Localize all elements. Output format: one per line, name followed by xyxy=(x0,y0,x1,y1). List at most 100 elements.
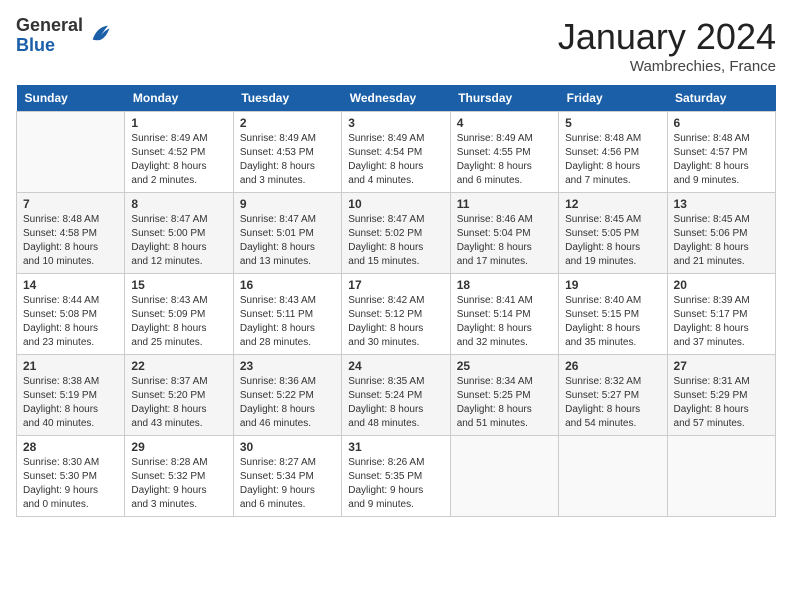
day-number: 11 xyxy=(457,197,552,211)
calendar-cell: 12 Sunrise: 8:45 AM Sunset: 5:05 PM Dayli… xyxy=(559,193,667,274)
day-info: Sunrise: 8:43 AM Sunset: 5:09 PM Dayligh… xyxy=(131,294,226,350)
calendar-cell: 3 Sunrise: 8:49 AM Sunset: 4:54 PM Daylig… xyxy=(342,112,450,193)
day-number: 16 xyxy=(240,278,335,292)
day-number: 18 xyxy=(457,278,552,292)
day-number: 15 xyxy=(131,278,226,292)
day-info: Sunrise: 8:48 AM Sunset: 4:58 PM Dayligh… xyxy=(23,213,118,269)
day-number: 26 xyxy=(565,359,660,373)
day-number: 17 xyxy=(348,278,443,292)
calendar-cell: 20 Sunrise: 8:39 AM Sunset: 5:17 PM Dayli… xyxy=(667,274,775,355)
day-number: 21 xyxy=(23,359,118,373)
day-number: 28 xyxy=(23,440,118,454)
calendar-cell: 11 Sunrise: 8:46 AM Sunset: 5:04 PM Dayli… xyxy=(450,193,558,274)
calendar-cell: 13 Sunrise: 8:45 AM Sunset: 5:06 PM Dayli… xyxy=(667,193,775,274)
day-info: Sunrise: 8:31 AM Sunset: 5:29 PM Dayligh… xyxy=(674,375,769,431)
calendar-week-3: 14 Sunrise: 8:44 AM Sunset: 5:08 PM Dayli… xyxy=(17,274,776,355)
calendar-cell: 8Sunrise: 8:47 AM Sunset: 5:00 PM Daylig… xyxy=(125,193,233,274)
calendar-cell: 31 Sunrise: 8:26 AM Sunset: 5:35 PM Dayli… xyxy=(342,436,450,517)
title-block: January 2024 Wambrechies, France xyxy=(558,16,776,75)
day-info: Sunrise: 8:26 AM Sunset: 5:35 PM Dayligh… xyxy=(348,456,443,512)
day-info: Sunrise: 8:44 AM Sunset: 5:08 PM Dayligh… xyxy=(23,294,118,350)
calendar-cell: 10Sunrise: 8:47 AM Sunset: 5:02 PM Dayli… xyxy=(342,193,450,274)
day-info: Sunrise: 8:47 AM Sunset: 5:00 PM Dayligh… xyxy=(131,213,226,269)
weekday-header-friday: Friday xyxy=(559,85,667,112)
calendar-cell: 24Sunrise: 8:35 AM Sunset: 5:24 PM Dayli… xyxy=(342,355,450,436)
weekday-header-saturday: Saturday xyxy=(667,85,775,112)
calendar-cell: 18 Sunrise: 8:41 AM Sunset: 5:14 PM Dayli… xyxy=(450,274,558,355)
day-info: Sunrise: 8:46 AM Sunset: 5:04 PM Dayligh… xyxy=(457,213,552,269)
weekday-header-wednesday: Wednesday xyxy=(342,85,450,112)
day-info: Sunrise: 8:45 AM Sunset: 5:05 PM Dayligh… xyxy=(565,213,660,269)
day-number: 13 xyxy=(674,197,769,211)
day-number: 3 xyxy=(348,116,443,130)
day-info: Sunrise: 8:40 AM Sunset: 5:15 PM Dayligh… xyxy=(565,294,660,350)
day-number: 5 xyxy=(565,116,660,130)
day-info: Sunrise: 8:38 AM Sunset: 5:19 PM Dayligh… xyxy=(23,375,118,431)
weekday-header-sunday: Sunday xyxy=(17,85,125,112)
day-number: 2 xyxy=(240,116,335,130)
calendar-cell: 25Sunrise: 8:34 AM Sunset: 5:25 PM Dayli… xyxy=(450,355,558,436)
day-info: Sunrise: 8:49 AM Sunset: 4:54 PM Dayligh… xyxy=(348,132,443,188)
calendar-body: 1 Sunrise: 8:49 AM Sunset: 4:52 PM Daylig… xyxy=(17,112,776,517)
calendar-cell: 14 Sunrise: 8:44 AM Sunset: 5:08 PM Dayli… xyxy=(17,274,125,355)
calendar-cell: 1 Sunrise: 8:49 AM Sunset: 4:52 PM Daylig… xyxy=(125,112,233,193)
calendar-cell: 2 Sunrise: 8:49 AM Sunset: 4:53 PM Daylig… xyxy=(233,112,341,193)
day-number: 4 xyxy=(457,116,552,130)
location: Wambrechies, France xyxy=(558,58,776,75)
weekday-header-tuesday: Tuesday xyxy=(233,85,341,112)
day-number: 29 xyxy=(131,440,226,454)
day-number: 1 xyxy=(131,116,226,130)
calendar-cell xyxy=(450,436,558,517)
weekday-header-monday: Monday xyxy=(125,85,233,112)
day-info: Sunrise: 8:42 AM Sunset: 5:12 PM Dayligh… xyxy=(348,294,443,350)
calendar-cell: 17 Sunrise: 8:42 AM Sunset: 5:12 PM Dayli… xyxy=(342,274,450,355)
day-info: Sunrise: 8:49 AM Sunset: 4:53 PM Dayligh… xyxy=(240,132,335,188)
calendar-cell: 15 Sunrise: 8:43 AM Sunset: 5:09 PM Dayli… xyxy=(125,274,233,355)
day-number: 25 xyxy=(457,359,552,373)
day-info: Sunrise: 8:37 AM Sunset: 5:20 PM Dayligh… xyxy=(131,375,226,431)
day-info: Sunrise: 8:43 AM Sunset: 5:11 PM Dayligh… xyxy=(240,294,335,350)
calendar-week-4: 21 Sunrise: 8:38 AM Sunset: 5:19 PM Dayli… xyxy=(17,355,776,436)
day-info: Sunrise: 8:41 AM Sunset: 5:14 PM Dayligh… xyxy=(457,294,552,350)
day-number: 23 xyxy=(240,359,335,373)
calendar-cell xyxy=(667,436,775,517)
month-title: January 2024 xyxy=(558,16,776,58)
day-number: 31 xyxy=(348,440,443,454)
calendar-cell: 30Sunrise: 8:27 AM Sunset: 5:34 PM Dayli… xyxy=(233,436,341,517)
calendar-cell: 5Sunrise: 8:48 AM Sunset: 4:56 PM Daylig… xyxy=(559,112,667,193)
day-number: 27 xyxy=(674,359,769,373)
calendar-cell: 7 Sunrise: 8:48 AM Sunset: 4:58 PM Daylig… xyxy=(17,193,125,274)
calendar-cell: 4Sunrise: 8:49 AM Sunset: 4:55 PM Daylig… xyxy=(450,112,558,193)
logo-blue: Blue xyxy=(16,36,83,56)
day-number: 12 xyxy=(565,197,660,211)
weekday-header-row: SundayMondayTuesdayWednesdayThursdayFrid… xyxy=(17,85,776,112)
calendar-cell: 27 Sunrise: 8:31 AM Sunset: 5:29 PM Dayli… xyxy=(667,355,775,436)
calendar-cell: 29Sunrise: 8:28 AM Sunset: 5:32 PM Dayli… xyxy=(125,436,233,517)
day-number: 30 xyxy=(240,440,335,454)
calendar-cell: 16 Sunrise: 8:43 AM Sunset: 5:11 PM Dayli… xyxy=(233,274,341,355)
day-number: 6 xyxy=(674,116,769,130)
day-number: 7 xyxy=(23,197,118,211)
day-number: 14 xyxy=(23,278,118,292)
calendar-cell: 22Sunrise: 8:37 AM Sunset: 5:20 PM Dayli… xyxy=(125,355,233,436)
calendar-cell: 6Sunrise: 8:48 AM Sunset: 4:57 PM Daylig… xyxy=(667,112,775,193)
day-info: Sunrise: 8:36 AM Sunset: 5:22 PM Dayligh… xyxy=(240,375,335,431)
day-number: 10 xyxy=(348,197,443,211)
day-number: 24 xyxy=(348,359,443,373)
day-info: Sunrise: 8:45 AM Sunset: 5:06 PM Dayligh… xyxy=(674,213,769,269)
logo-bird-icon xyxy=(87,20,115,48)
calendar-week-2: 7 Sunrise: 8:48 AM Sunset: 4:58 PM Daylig… xyxy=(17,193,776,274)
calendar-week-1: 1 Sunrise: 8:49 AM Sunset: 4:52 PM Daylig… xyxy=(17,112,776,193)
calendar-week-5: 28Sunrise: 8:30 AM Sunset: 5:30 PM Dayli… xyxy=(17,436,776,517)
day-info: Sunrise: 8:49 AM Sunset: 4:52 PM Dayligh… xyxy=(131,132,226,188)
weekday-header-thursday: Thursday xyxy=(450,85,558,112)
calendar-table: SundayMondayTuesdayWednesdayThursdayFrid… xyxy=(16,85,776,517)
calendar-header: SundayMondayTuesdayWednesdayThursdayFrid… xyxy=(17,85,776,112)
page-header: General Blue January 2024 Wambrechies, F… xyxy=(16,16,776,75)
day-number: 9 xyxy=(240,197,335,211)
logo-general: General xyxy=(16,16,83,36)
day-info: Sunrise: 8:39 AM Sunset: 5:17 PM Dayligh… xyxy=(674,294,769,350)
calendar-cell: 23 Sunrise: 8:36 AM Sunset: 5:22 PM Dayli… xyxy=(233,355,341,436)
day-number: 20 xyxy=(674,278,769,292)
calendar-cell xyxy=(17,112,125,193)
